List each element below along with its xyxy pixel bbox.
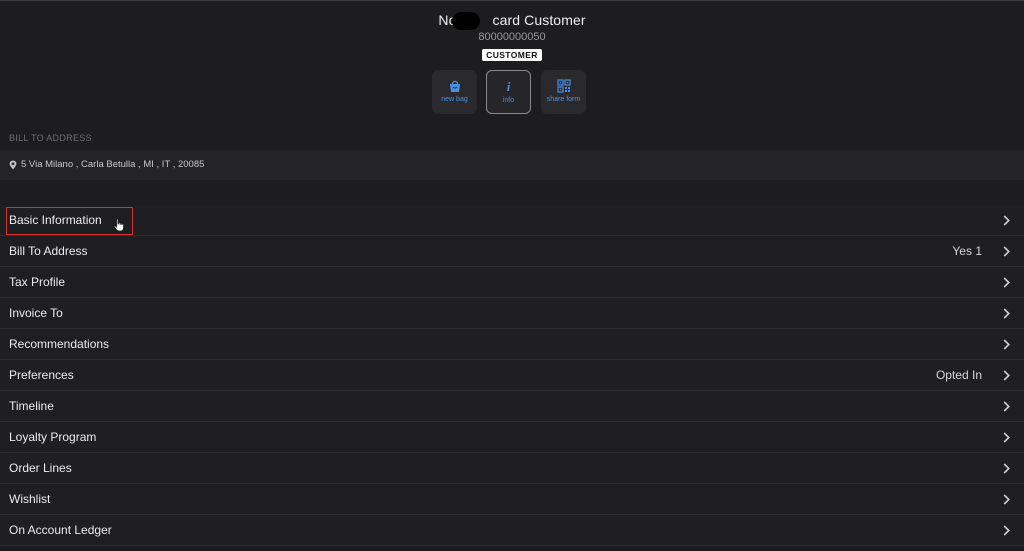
menu-item-label: On Account Ledger — [9, 523, 112, 537]
chevron-right-icon — [1003, 401, 1010, 412]
menu-item-invoice-to[interactable]: Invoice To — [0, 298, 1024, 329]
chevron-right-icon — [1003, 246, 1010, 257]
chevron-right-icon — [1003, 339, 1010, 350]
chevron-right-icon — [1003, 370, 1010, 381]
menu-item-label: Recommendations — [9, 337, 110, 351]
menu-item-recommendations[interactable]: Recommendations — [0, 329, 1024, 360]
chevron-right-icon — [1003, 463, 1010, 474]
menu-item-timeline[interactable]: Timeline — [0, 391, 1024, 422]
menu-item-label: Preferences — [9, 368, 74, 382]
customer-name: No card Customer — [438, 12, 586, 30]
new-bag-button[interactable]: new bag — [432, 70, 477, 114]
customer-menu: Basic Information Bill To Address Yes 1 … — [0, 205, 1024, 546]
menu-item-tax-profile[interactable]: Tax Profile — [0, 267, 1024, 298]
redaction-mark — [452, 12, 481, 30]
shopping-bag-icon — [449, 80, 460, 92]
customer-type-badge: CUSTOMER — [482, 49, 542, 61]
menu-item-label: Invoice To — [9, 306, 63, 320]
menu-item-label: Order Lines — [9, 461, 72, 475]
customer-id: 80000000050 — [478, 31, 546, 43]
menu-item-label: Wishlist — [9, 492, 51, 506]
location-pin-icon — [9, 160, 17, 170]
info-icon: i — [506, 79, 511, 94]
top-divider — [0, 0, 1024, 1]
qr-code-icon — [556, 79, 571, 93]
chevron-right-icon — [1003, 277, 1010, 288]
info-label: info — [502, 97, 515, 104]
chevron-right-icon — [1003, 432, 1010, 443]
info-button[interactable]: i info — [486, 70, 531, 114]
menu-item-value: Opted In — [935, 368, 982, 382]
chevron-right-icon — [1003, 308, 1010, 319]
menu-item-on-account-ledger[interactable]: On Account Ledger — [0, 515, 1024, 546]
customer-header: No card Customer — [0, 12, 1024, 30]
menu-item-loyalty-program[interactable]: Loyalty Program — [0, 422, 1024, 453]
chevron-right-icon — [1003, 494, 1010, 505]
new-bag-label: new bag — [441, 96, 468, 103]
action-bar: new bag i info share form — [432, 70, 588, 116]
menu-item-label: Loyalty Program — [9, 430, 97, 444]
menu-item-preferences[interactable]: Preferences Opted In — [0, 360, 1024, 391]
menu-item-basic-information[interactable]: Basic Information — [0, 205, 1024, 236]
chevron-right-icon — [1003, 525, 1010, 536]
menu-item-label: Timeline — [9, 399, 54, 413]
chevron-right-icon — [1003, 215, 1010, 226]
menu-item-label: Tax Profile — [9, 275, 66, 289]
hand-cursor-icon — [113, 218, 124, 232]
menu-item-bill-to-address[interactable]: Bill To Address Yes 1 — [0, 236, 1024, 267]
menu-item-order-lines[interactable]: Order Lines — [0, 453, 1024, 484]
bill-to-address-text: 5 Via Milano , Carla Betulla , MI , IT ,… — [21, 159, 205, 170]
share-form-button[interactable]: share form — [541, 70, 586, 114]
menu-item-value: Yes 1 — [952, 244, 982, 258]
share-form-label: share form — [546, 96, 581, 103]
bill-to-section-label: BILL TO ADDRESS — [9, 133, 92, 143]
bill-to-address-row: 5 Via Milano , Carla Betulla , MI , IT ,… — [0, 150, 1024, 180]
menu-item-label: Bill To Address — [9, 244, 88, 258]
menu-item-wishlist[interactable]: Wishlist — [0, 484, 1024, 515]
